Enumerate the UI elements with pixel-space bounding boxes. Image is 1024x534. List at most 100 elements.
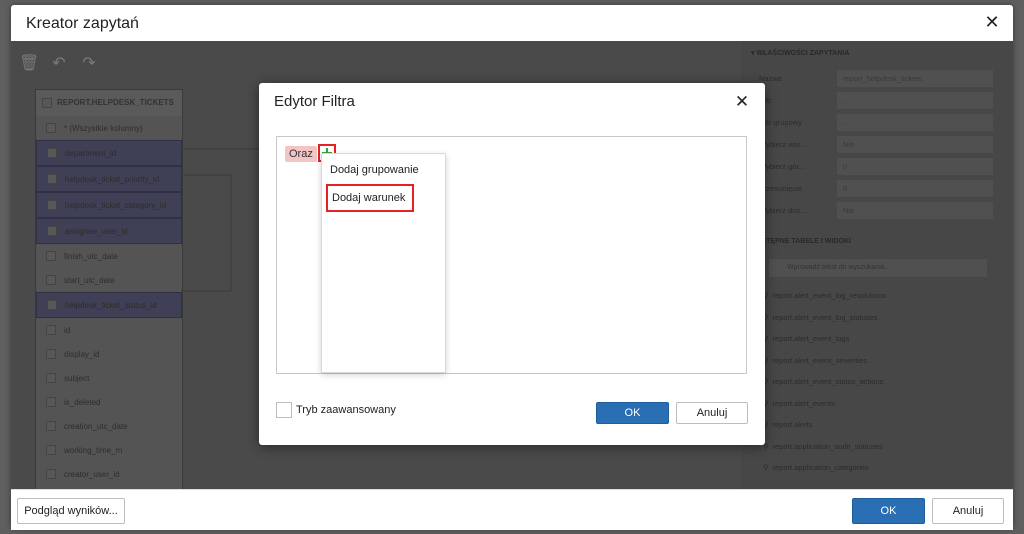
table-header: REPORT.HELPDESK_TICKETS	[36, 90, 182, 116]
search-icon: ⚲	[763, 463, 769, 473]
object-list-item[interactable]: ⚲ report.alert_event_log_resolutions	[741, 285, 1013, 307]
property-value[interactable]: Nie	[837, 201, 993, 219]
property-row: Wybierz wsz... Nie	[741, 133, 1013, 155]
table-column-row[interactable]: creator_user_id	[36, 462, 182, 486]
trash-icon[interactable]: 🗑	[19, 54, 39, 74]
column-checkbox[interactable]	[47, 300, 57, 310]
object-list-item[interactable]: ⚲ report.alert_events	[741, 393, 1013, 415]
column-checkbox[interactable]	[46, 373, 56, 383]
object-name: report.alert_event_log_statuses	[772, 312, 878, 322]
objects-search-input[interactable]: Wprowadź tekst do wyszukania...	[769, 259, 987, 277]
column-checkbox[interactable]	[46, 445, 56, 455]
object-list-item[interactable]: ⚲ report.alerts	[741, 414, 1013, 436]
column-list: * (Wszystkie kolumny) department_idhelpde…	[36, 116, 182, 489]
column-checkbox[interactable]	[46, 123, 56, 133]
filter-editor-dialog: Edytor Filtra ✕ Oraz Dodaj grupowanie Do…	[259, 83, 765, 445]
column-label: subject	[64, 373, 90, 383]
object-name: report.alerts	[772, 420, 813, 430]
column-label: working_time_m	[64, 445, 123, 455]
advanced-mode-label: Tryb zaawansowany	[296, 404, 396, 416]
advanced-mode-toggle[interactable]: Tryb zaawansowany	[276, 402, 396, 418]
column-checkbox[interactable]	[46, 421, 56, 431]
cancel-button[interactable]: Anuluj	[932, 498, 1004, 524]
column-checkbox[interactable]	[46, 469, 56, 479]
table-column-row[interactable]: assignee_user_id	[36, 218, 182, 244]
object-name: report.application_categories	[772, 463, 869, 473]
table-card[interactable]: REPORT.HELPDESK_TICKETS * (Wszystkie kol…	[35, 89, 183, 489]
column-label: * (Wszystkie kolumny)	[64, 123, 143, 133]
column-checkbox[interactable]	[46, 325, 56, 335]
column-label: display_id	[64, 349, 100, 359]
table-column-row[interactable]: working_time_m	[36, 438, 182, 462]
dialog-ok-button[interactable]: OK	[596, 402, 669, 424]
column-label: department_id	[65, 148, 117, 158]
column-checkbox[interactable]	[47, 226, 57, 236]
footer-bar: Podgląd wyników... OK Anuluj	[11, 489, 1013, 530]
column-label: helpdesk_ticket_status_id	[65, 300, 157, 310]
property-row: Filtr grupowy...	[741, 111, 1013, 133]
table-column-row[interactable]: helpdesk_ticket_priority_id	[36, 166, 182, 192]
column-label: creation_utc_date	[64, 421, 128, 431]
property-row: Wybierz gór... 0	[741, 155, 1013, 177]
menu-add-group[interactable]: Dodaj grupowanie	[326, 158, 419, 182]
group-operator-oraz[interactable]: Oraz	[285, 146, 317, 162]
table-column-row[interactable]: helpdesk_ticket_category_id	[36, 192, 182, 218]
preview-results-button[interactable]: Podgląd wyników...	[17, 498, 125, 524]
table-name: REPORT.HELPDESK_TICKETS	[57, 98, 174, 107]
menu-add-condition[interactable]: Dodaj warunek	[326, 184, 414, 212]
dialog-close-icon[interactable]: ✕	[731, 91, 753, 113]
column-label: is_deleted	[64, 397, 101, 407]
column-checkbox[interactable]	[47, 200, 57, 210]
window-close-icon[interactable]: ✕	[981, 11, 1003, 33]
object-name: report.alert_event_log_resolutions	[772, 291, 886, 301]
undo-icon[interactable]: ↶	[49, 54, 69, 74]
table-column-row[interactable]: start_utc_date	[36, 268, 182, 292]
object-list-item[interactable]: ⚲ report.alert_event_status_actions	[741, 371, 1013, 393]
column-checkbox[interactable]	[46, 349, 56, 359]
advanced-mode-checkbox[interactable]	[276, 402, 292, 418]
column-label: creator_user_id	[64, 469, 120, 479]
column-checkbox[interactable]	[46, 275, 56, 285]
property-row: Przesunięcie 0	[741, 177, 1013, 199]
object-list-item[interactable]: ⚲ report.alert_event_severities	[741, 350, 1013, 372]
property-value[interactable]: 0	[837, 157, 993, 175]
ok-button[interactable]: OK	[852, 498, 925, 524]
table-column-row[interactable]: is_deleted	[36, 390, 182, 414]
object-name: report.application_audit_statuses	[772, 441, 883, 451]
object-list-item[interactable]: ⚲ report.application_audit_statuses	[741, 436, 1013, 458]
properties-section-title[interactable]: ▾ WŁAŚCIWOŚCI ZAPYTANIA	[741, 41, 1013, 67]
table-column-row[interactable]: subject	[36, 366, 182, 390]
table-column-row[interactable]: finish_utc_date	[36, 244, 182, 268]
property-value[interactable]: ...	[837, 113, 993, 131]
properties-panel: ▾ WŁAŚCIWOŚCI ZAPYTANIA Nazwa report_help…	[741, 41, 1013, 489]
table-column-row[interactable]: display_id	[36, 342, 182, 366]
dialog-cancel-button[interactable]: Anuluj	[676, 402, 748, 424]
column-label: helpdesk_ticket_priority_id	[65, 174, 160, 184]
property-value[interactable]: 0	[837, 179, 993, 197]
property-value[interactable]: ...	[837, 91, 993, 109]
join-lines	[181, 141, 262, 292]
column-checkbox[interactable]	[47, 148, 57, 158]
table-column-row[interactable]: department_id	[36, 140, 182, 166]
redo-icon[interactable]: ↷	[79, 54, 99, 74]
available-objects-title[interactable]: DOSTĘPNE TABELE I WIDOKI	[741, 229, 1013, 255]
dialog-title: Edytor Filtra	[274, 93, 355, 110]
table-column-row[interactable]: id	[36, 318, 182, 342]
window-title: Kreator zapytań	[26, 15, 139, 32]
column-checkbox[interactable]	[46, 251, 56, 261]
property-value[interactable]: Nie	[837, 135, 993, 153]
table-checkbox[interactable]	[42, 98, 52, 108]
table-column-row[interactable]: helpdesk_ticket_status_id	[36, 292, 182, 318]
object-list-item[interactable]: ⚲ report.application_categories	[741, 457, 1013, 479]
table-column-row[interactable]: creation_utc_date	[36, 414, 182, 438]
object-list-item[interactable]: ⚲ report.alert_event_logs	[741, 328, 1013, 350]
object-list-item[interactable]: ⚲ report.alert_event_log_statuses	[741, 307, 1013, 329]
property-value[interactable]: report_helpdesk_tickets	[837, 69, 993, 87]
object-name: report.alert_event_logs	[772, 334, 850, 344]
column-label: id	[64, 325, 71, 335]
column-checkbox[interactable]	[47, 174, 57, 184]
column-checkbox[interactable]	[46, 397, 56, 407]
table-column-row[interactable]: * (Wszystkie kolumny)	[36, 116, 182, 140]
designer-toolbar: 🗑 ↶ ↷	[19, 51, 99, 77]
column-label: assignee_user_id	[65, 226, 128, 236]
